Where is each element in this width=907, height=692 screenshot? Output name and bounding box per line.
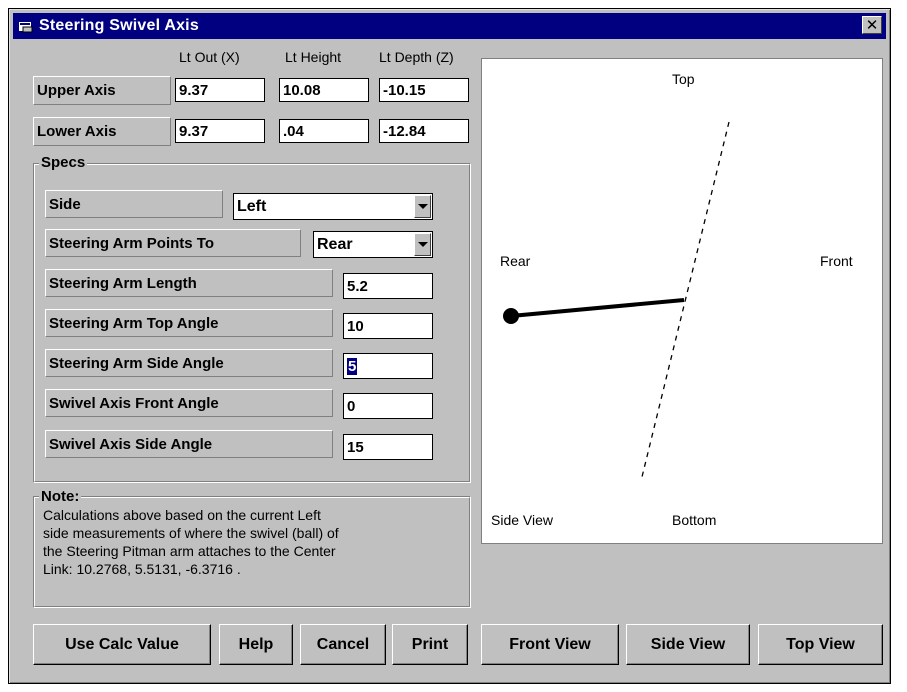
swivel-front-angle-label: Swivel Axis Front Angle — [45, 389, 333, 417]
arm-points-dropdown-button[interactable] — [414, 233, 431, 256]
arm-length-label: Steering Arm Length — [45, 269, 333, 297]
lower-axis-depth-input[interactable]: -12.84 — [379, 119, 469, 143]
print-button[interactable]: Print — [392, 624, 468, 665]
view-top-label: Top — [672, 71, 695, 87]
help-button[interactable]: Help — [219, 624, 293, 665]
swivel-side-angle-label: Swivel Axis Side Angle — [45, 430, 333, 458]
upper-axis-x-input[interactable]: 9.37 — [175, 78, 265, 102]
specs-title: Specs — [39, 154, 88, 171]
side-select-value: Left — [237, 197, 267, 215]
swivel-side-angle-input[interactable]: 15 — [343, 434, 433, 460]
side-view-button[interactable]: Side View — [626, 624, 750, 665]
close-icon: ✕ — [865, 16, 879, 34]
arm-side-angle-value: 5 — [347, 357, 358, 375]
steering-arm-line — [510, 298, 685, 318]
view-bottom-label: Bottom — [672, 512, 717, 528]
view-front-label: Front — [820, 253, 853, 269]
arm-end-ball — [503, 308, 519, 324]
arm-length-input[interactable]: 5.2 — [343, 273, 433, 299]
arm-top-angle-label: Steering Arm Top Angle — [45, 309, 333, 337]
close-button[interactable]: ✕ — [862, 16, 882, 34]
window-title: Steering Swivel Axis — [39, 17, 199, 34]
lower-axis-height-input[interactable]: .04 — [279, 119, 369, 143]
cancel-button[interactable]: Cancel — [300, 624, 386, 665]
lower-axis-x-input[interactable]: 9.37 — [175, 119, 265, 143]
side-select[interactable]: Left — [233, 193, 433, 220]
column-header-height: Lt Height — [285, 49, 342, 65]
arm-side-angle-label: Steering Arm Side Angle — [45, 349, 333, 377]
side-label: Side — [45, 190, 223, 218]
side-view-panel: Top Rear Front Side View Bottom — [481, 58, 883, 544]
front-view-button[interactable]: Front View — [481, 624, 619, 665]
arm-points-label: Steering Arm Points To — [45, 229, 301, 257]
view-mode-label: Side View — [491, 512, 554, 528]
swivel-front-angle-input[interactable]: 0 — [343, 393, 433, 419]
note-title: Note: — [39, 488, 82, 505]
title-bar[interactable]: Steering Swivel Axis ✕ — [13, 13, 886, 39]
note-line-3: the Steering Pitman arm attaches to the … — [43, 543, 336, 559]
arm-points-select-value: Rear — [317, 235, 353, 253]
column-header-x: Lt Out (X) — [179, 49, 240, 65]
top-view-button[interactable]: Top View — [758, 624, 883, 665]
side-dropdown-button[interactable] — [414, 195, 431, 218]
upper-axis-label: Upper Axis — [33, 76, 171, 105]
note-line-2: side measurements of where the swivel (b… — [43, 525, 339, 541]
arm-top-angle-input[interactable]: 10 — [343, 313, 433, 339]
chevron-down-icon — [417, 204, 428, 209]
dialog-window: Steering Swivel Axis ✕ Lt Out (X) Lt Hei… — [8, 8, 891, 684]
upper-axis-depth-input[interactable]: -10.15 — [379, 78, 469, 102]
note-line-1: Calculations above based on the current … — [43, 507, 321, 523]
arm-side-angle-input[interactable]: 5 — [343, 353, 433, 379]
app-icon — [19, 20, 33, 33]
lower-axis-label: Lower Axis — [33, 117, 171, 146]
column-header-depth: Lt Depth (Z) — [379, 49, 454, 65]
arm-points-select[interactable]: Rear — [313, 231, 433, 258]
use-calc-value-button[interactable]: Use Calc Value — [33, 624, 211, 665]
swivel-diagram — [503, 121, 730, 482]
upper-axis-height-input[interactable]: 10.08 — [279, 78, 369, 102]
chevron-down-icon — [417, 242, 428, 247]
view-rear-label: Rear — [500, 253, 531, 269]
note-line-4: Link: 10.2768, 5.5131, -6.3716 . — [43, 561, 241, 577]
